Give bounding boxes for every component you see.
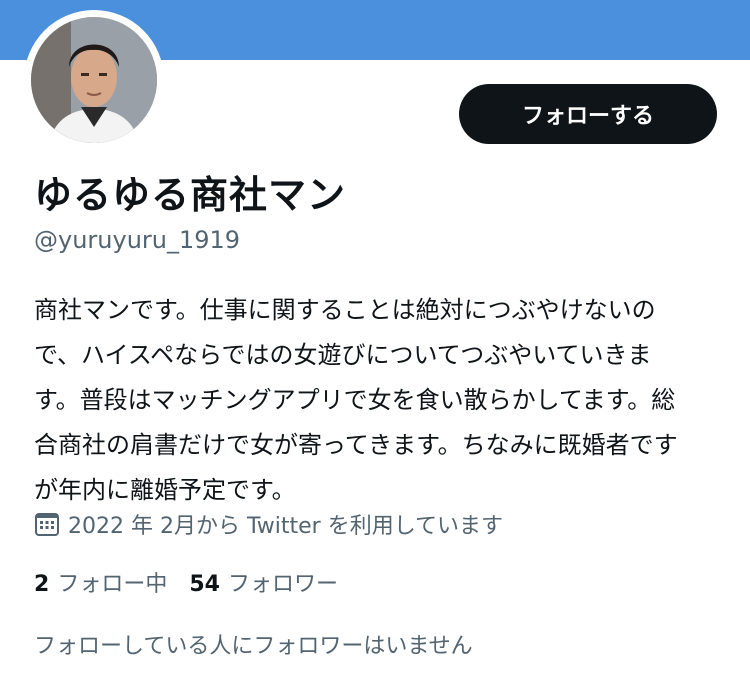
join-date-text: 2022 年 2月から Twitter を利用しています <box>68 514 504 539</box>
mutual-followers-note: フォローしている人にフォロワーはいません <box>34 634 473 659</box>
username-handle: @yuruyuru_1919 <box>34 226 241 254</box>
followers-link[interactable]: 54 フォロワー <box>189 566 338 598</box>
display-name: ゆるゆる商社マン <box>34 173 347 217</box>
followers-count: 54 <box>189 572 220 597</box>
join-date: 2022 年 2月から Twitter を利用しています <box>34 508 503 540</box>
follow-stats: 2 フォロー中 54 フォロワー <box>34 566 360 598</box>
following-link[interactable]: 2 フォロー中 <box>34 566 167 598</box>
follow-button[interactable]: フォローする <box>459 84 717 144</box>
calendar-icon <box>34 511 60 537</box>
profile-bio: 商社マンです。仕事に関することは絶対につぶやけないので、ハイスペならではの女遊び… <box>34 296 678 504</box>
following-count: 2 <box>34 572 50 597</box>
profile-photo <box>31 17 157 143</box>
avatar[interactable] <box>24 10 164 150</box>
followers-label: フォロワー <box>227 572 338 597</box>
following-label: フォロー中 <box>57 572 168 597</box>
person-silhouette-icon <box>31 17 157 143</box>
